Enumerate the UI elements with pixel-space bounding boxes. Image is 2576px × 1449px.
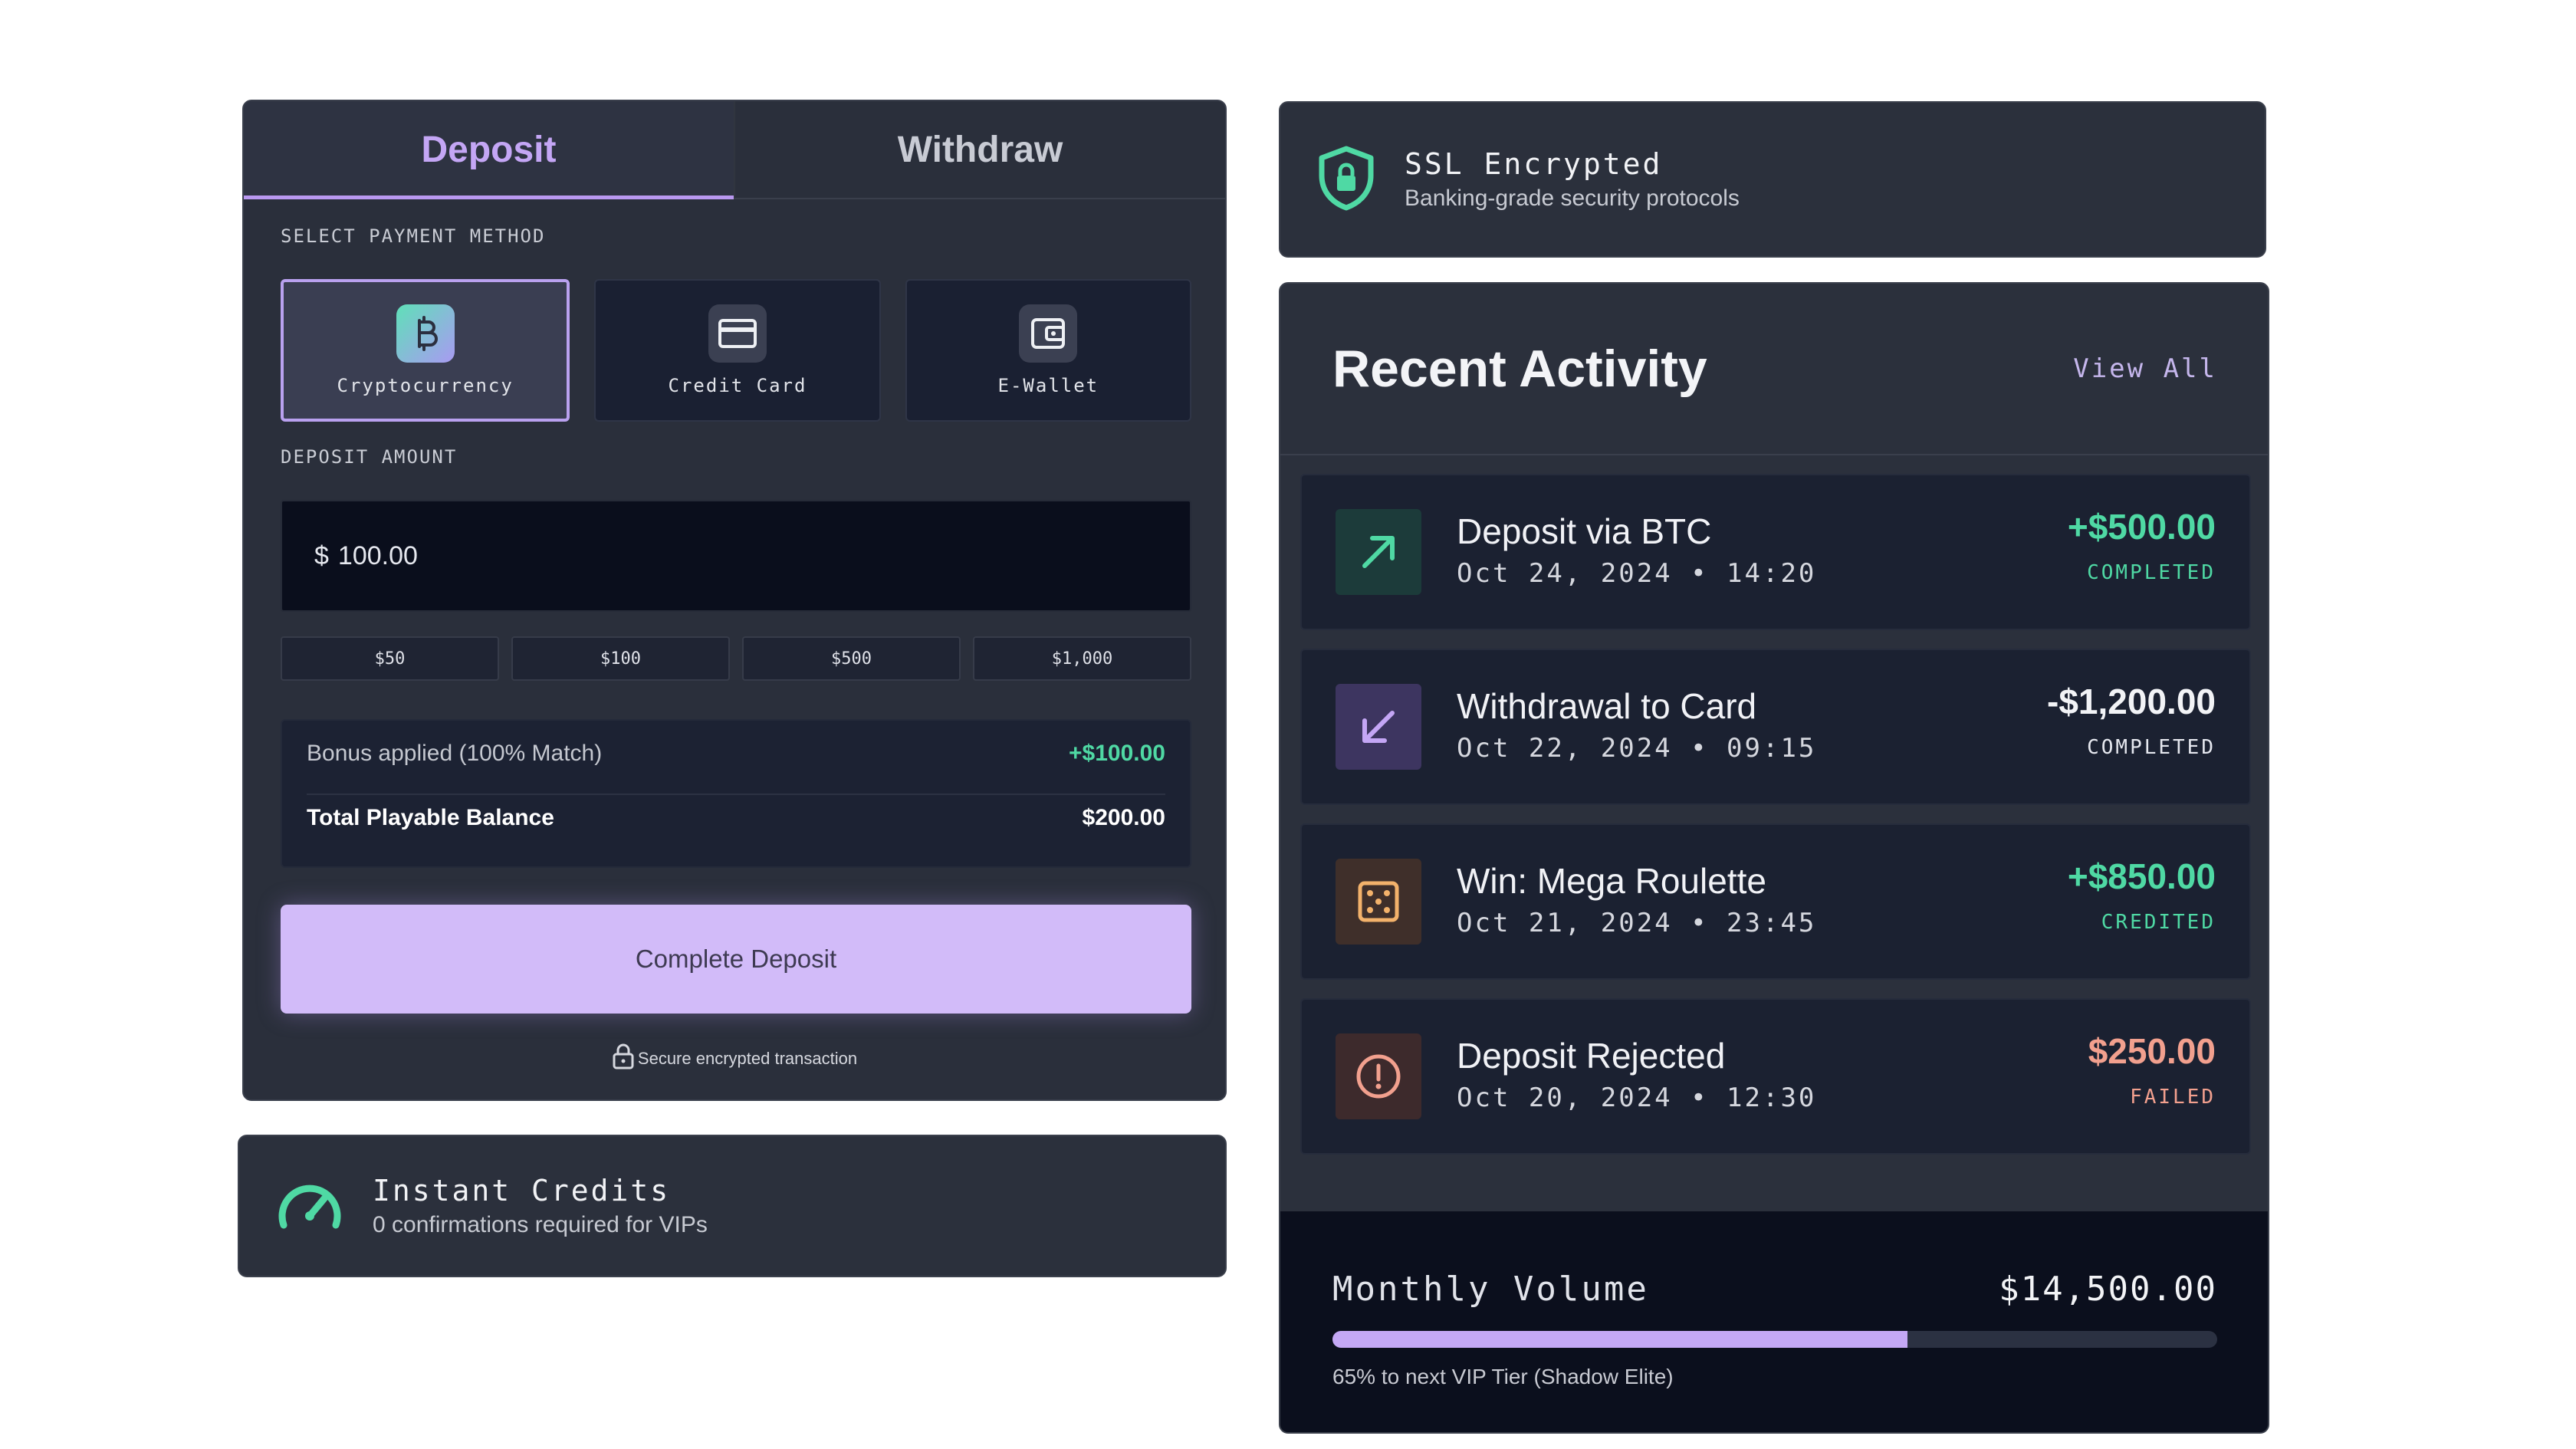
transaction-amount: +$500.00 — [2067, 507, 2216, 547]
transaction-date: Oct 24, 2024 • 14:20 — [1457, 558, 1817, 589]
monthly-volume-section: Monthly Volume $14,500.00 65% to next VI… — [1280, 1211, 2268, 1432]
monthly-volume-value: $14,500.00 — [1999, 1270, 2217, 1309]
wallet-icon — [1019, 304, 1078, 363]
transaction-date: Oct 21, 2024 • 23:45 — [1457, 908, 1817, 938]
transaction-title: Deposit Rejected — [1457, 1036, 1726, 1076]
summary-divider — [307, 794, 1165, 795]
quick-amount-button[interactable]: $500 — [742, 636, 961, 681]
arrow-down-left-icon — [1336, 684, 1421, 770]
arrow-up-right-icon — [1336, 509, 1421, 595]
instant-credits-title: Instant Credits — [373, 1174, 671, 1208]
tab-bar: Deposit Withdraw — [244, 101, 1225, 199]
quick-amount-button[interactable]: $100 — [511, 636, 730, 681]
transaction-title: Deposit via BTC — [1457, 511, 1712, 551]
view-all-link[interactable]: View All — [2073, 353, 2217, 384]
alert-circle-icon — [1336, 1033, 1421, 1119]
transaction-amount: $250.00 — [2088, 1031, 2216, 1071]
speedometer-icon — [276, 1178, 343, 1235]
total-value: $200.00 — [1082, 805, 1165, 830]
bonus-row: Bonus applied (100% Match) +$100.00 — [307, 741, 1165, 767]
deposit-amount-input[interactable] — [337, 540, 798, 571]
recent-activity-panel: Recent Activity View All Deposit via BTC… — [1279, 282, 2269, 1434]
dice-icon — [1336, 859, 1421, 945]
payment-method-crypto[interactable]: Cryptocurrency — [281, 279, 570, 422]
bitcoin-icon — [396, 304, 455, 363]
quick-amount-row: $50 $100 $500 $1,000 — [281, 636, 1191, 681]
deposit-amount-field[interactable]: $ — [281, 500, 1191, 612]
quick-amount-button[interactable]: $1,000 — [973, 636, 1191, 681]
complete-deposit-button[interactable]: Complete Deposit — [281, 905, 1191, 1014]
lock-icon — [612, 1043, 635, 1075]
deposit-panel: Deposit Withdraw SELECT PAYMENT METHOD C… — [242, 100, 1227, 1101]
transaction-status: FAILED — [2130, 1086, 2216, 1109]
transaction-amount: -$1,200.00 — [2047, 682, 2216, 721]
deposit-summary: Bonus applied (100% Match) +$100.00 Tota… — [281, 719, 1191, 868]
vip-progress-bar — [1332, 1331, 2217, 1348]
instant-credits-subtitle: 0 confirmations required for VIPs — [373, 1212, 708, 1237]
secure-note-text: Secure encrypted transaction — [637, 1049, 858, 1068]
transaction-row[interactable]: Deposit via BTC Oct 24, 2024 • 14:20 +$5… — [1300, 474, 2251, 630]
transaction-row[interactable]: Win: Mega Roulette Oct 21, 2024 • 23:45 … — [1300, 823, 2251, 980]
transaction-title: Withdrawal to Card — [1457, 686, 1757, 726]
payment-method-card[interactable]: Credit Card — [594, 279, 881, 422]
transaction-title: Win: Mega Roulette — [1457, 861, 1766, 901]
activity-title: Recent Activity — [1332, 340, 1707, 398]
monthly-volume-label: Monthly Volume — [1332, 1270, 1649, 1309]
shield-lock-icon — [1317, 145, 1375, 215]
payment-method-label: SELECT PAYMENT METHOD — [281, 225, 546, 247]
activity-header: Recent Activity View All — [1280, 284, 2268, 455]
bonus-value: +$100.00 — [1069, 741, 1165, 766]
instant-credits-card: Instant Credits 0 confirmations required… — [238, 1135, 1227, 1277]
payment-method-ewallet[interactable]: E-Wallet — [905, 279, 1191, 422]
vip-progress-fill — [1332, 1331, 1908, 1348]
total-label: Total Playable Balance — [307, 805, 554, 830]
payment-method-label: Credit Card — [668, 375, 807, 396]
transaction-status: COMPLETED — [2087, 561, 2216, 584]
transaction-row[interactable]: Deposit Rejected Oct 20, 2024 • 12:30 $2… — [1300, 998, 2251, 1155]
payment-method-label: E-Wallet — [997, 375, 1099, 396]
ssl-title: SSL Encrypted — [1405, 147, 1663, 181]
ssl-subtitle: Banking-grade security protocols — [1405, 186, 1740, 211]
tab-deposit[interactable]: Deposit — [244, 101, 734, 199]
quick-amount-button[interactable]: $50 — [281, 636, 499, 681]
transaction-status: CREDITED — [2101, 911, 2216, 934]
payment-method-options: Cryptocurrency Credit Card E-Wallet — [281, 279, 1191, 422]
vip-progress-note: 65% to next VIP Tier (Shadow Elite) — [1332, 1365, 1674, 1388]
credit-card-icon — [708, 304, 767, 363]
currency-symbol: $ — [314, 540, 329, 570]
secure-note: Secure encrypted transaction — [244, 1043, 1225, 1075]
transaction-status: COMPLETED — [2087, 736, 2216, 759]
transaction-row[interactable]: Withdrawal to Card Oct 22, 2024 • 09:15 … — [1300, 649, 2251, 805]
bonus-label: Bonus applied (100% Match) — [307, 741, 603, 766]
transaction-amount: +$850.00 — [2067, 856, 2216, 896]
tab-withdraw[interactable]: Withdraw — [734, 101, 1225, 198]
payment-method-label: Cryptocurrency — [337, 375, 514, 396]
total-row: Total Playable Balance $200.00 — [307, 805, 1165, 831]
transaction-date: Oct 20, 2024 • 12:30 — [1457, 1083, 1817, 1113]
deposit-amount-label: DEPOSIT AMOUNT — [281, 446, 458, 468]
transaction-date: Oct 22, 2024 • 09:15 — [1457, 733, 1817, 764]
ssl-card: SSL Encrypted Banking-grade security pro… — [1279, 101, 2266, 258]
